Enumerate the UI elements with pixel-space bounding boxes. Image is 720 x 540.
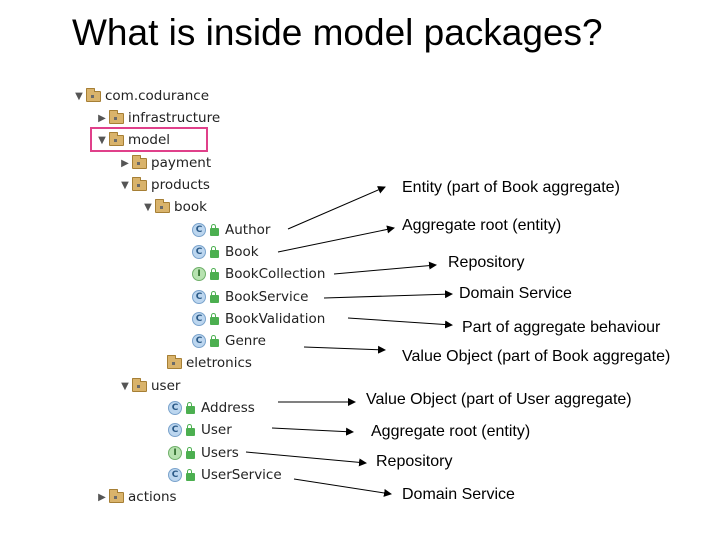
annotation-book-service: Domain Service: [459, 285, 572, 302]
arrow-book-collection: [333, 261, 437, 275]
annotation-address: Value Object (part of User aggregate): [366, 391, 632, 408]
arrow-author: [287, 186, 386, 230]
annotation-book: Aggregate root (entity): [402, 217, 562, 234]
arrow-user: [271, 427, 354, 436]
arrow-user-service: [293, 478, 392, 497]
arrow-book-service: [323, 290, 453, 299]
arrow-genre: [303, 345, 386, 354]
annotation-user: Aggregate root (entity): [371, 423, 531, 440]
annotation-book-collection: Repository: [448, 254, 525, 271]
arrow-book-validation: [347, 317, 453, 329]
annotation-arrows: [245, 186, 453, 497]
arrow-book: [277, 225, 395, 253]
annotation-users: Repository: [376, 453, 453, 470]
arrow-users: [245, 451, 367, 467]
annotation-genre: Value Object (part of Book aggregate): [402, 348, 671, 365]
annotation-author: Entity (part of Book aggregate): [402, 179, 620, 196]
annotation-book-validation: Part of aggregate behaviour: [462, 319, 661, 336]
annotation-user-service: Domain Service: [402, 486, 515, 503]
